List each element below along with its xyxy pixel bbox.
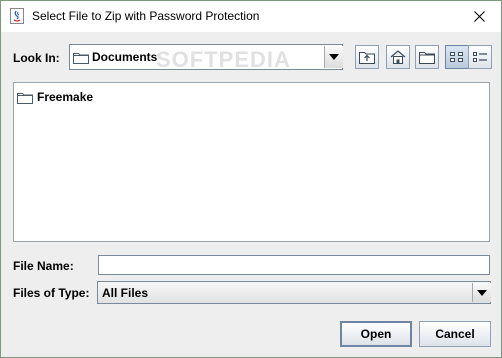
look-in-value: Documents — [92, 50, 158, 64]
close-button[interactable] — [457, 1, 501, 32]
home-button[interactable] — [386, 45, 410, 69]
details-view-icon — [473, 52, 487, 62]
title-bar[interactable]: Select File to Zip with Password Protect… — [1, 1, 501, 32]
list-view-button[interactable] — [445, 45, 469, 69]
file-name-label: File Name: — [13, 259, 74, 273]
folder-icon — [73, 53, 89, 64]
cancel-button[interactable]: Cancel — [419, 321, 491, 347]
file-list[interactable]: Freemake — [13, 82, 490, 242]
window-title: Select File to Zip with Password Protect… — [32, 9, 260, 23]
list-view-icon — [450, 52, 463, 62]
folder-icon — [17, 92, 33, 104]
files-of-type-dropdown-button[interactable] — [472, 283, 491, 302]
file-name-field[interactable] — [98, 255, 490, 275]
file-chooser-dialog: Select File to Zip with Password Protect… — [0, 0, 502, 358]
java-app-icon — [10, 8, 24, 24]
files-of-type-value: All Files — [102, 286, 149, 300]
files-of-type-label: Files of Type: — [13, 286, 90, 300]
home-icon — [390, 50, 406, 64]
list-item-label: Freemake — [37, 90, 94, 104]
new-folder-button[interactable] — [415, 45, 439, 69]
chevron-down-icon — [477, 289, 487, 296]
watermark: SOFTPEDIA — [156, 47, 291, 72]
up-one-level-button[interactable] — [355, 45, 379, 69]
files-of-type-combo[interactable]: All Files — [97, 281, 491, 304]
close-icon — [473, 11, 485, 22]
up-one-level-icon — [359, 52, 375, 64]
chevron-down-icon — [329, 54, 339, 60]
list-item[interactable]: Freemake — [17, 88, 93, 106]
details-view-button[interactable] — [468, 45, 492, 69]
look-in-label: Look In: — [13, 51, 60, 65]
open-button[interactable]: Open — [340, 321, 412, 347]
new-folder-icon — [419, 52, 435, 64]
look-in-dropdown-button[interactable] — [324, 46, 343, 68]
